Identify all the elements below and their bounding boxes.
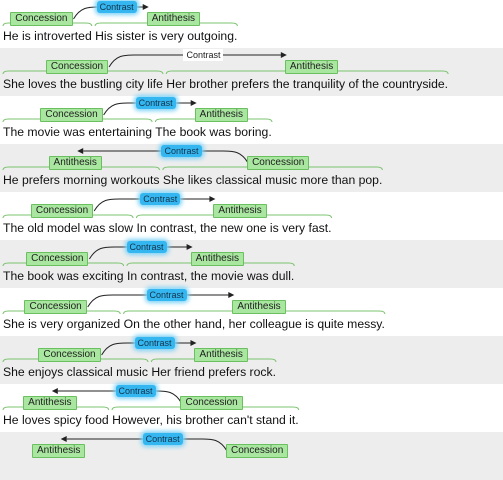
relation-label: Contrast <box>134 337 175 349</box>
relation-row: He loves spicy food However, his brother… <box>0 384 503 432</box>
span-label-antithesis: Antithesis <box>48 156 102 170</box>
relation-row: She is very organized On the other hand,… <box>0 288 503 336</box>
span-label-concession: Concession <box>247 156 310 170</box>
relation-row: The old model was slow In contrast, the … <box>0 192 503 240</box>
relation-row: She enjoys classical music Her friend pr… <box>0 336 503 384</box>
arrowhead-icon <box>190 340 197 346</box>
arrowhead-icon <box>228 292 235 298</box>
relation-row: The movie was entertaining The book was … <box>0 96 503 144</box>
relation-label: Contrast <box>135 97 176 109</box>
relation-row: He prefers morning workouts She likes cl… <box>0 144 503 192</box>
span-label-antithesis: Antithesis <box>213 204 267 218</box>
relation-row: The book was exciting In contrast, the m… <box>0 240 503 288</box>
span-label-antithesis: Antithesis <box>146 12 201 26</box>
sentence-text: The movie was entertaining The book was … <box>3 125 272 139</box>
span-label-antithesis: Antithesis <box>194 108 249 122</box>
arrowhead-icon <box>186 244 193 250</box>
sentence-text: He is introverted His sister is very out… <box>3 29 238 43</box>
relation-row: He is introverted His sister is very out… <box>0 0 503 48</box>
relation-label: Contrast <box>96 1 137 13</box>
sentence-text: The book was exciting In contrast, the m… <box>3 269 295 283</box>
span-label-concession: Concession <box>180 396 243 410</box>
span-label-concession: Concession <box>45 60 109 74</box>
relation-label: Contrast <box>146 289 187 301</box>
span-label-concession: Concession <box>40 108 103 122</box>
span-label-concession: Concession <box>30 204 94 218</box>
sentence-text: She is very organized On the other hand,… <box>3 317 385 331</box>
sentence-text: The old model was slow In contrast, the … <box>3 221 332 235</box>
span-label-concession: Concession <box>38 348 101 362</box>
span-label-antithesis: Antithesis <box>284 60 339 74</box>
relation-row: Antithesis Concession Contrast <box>0 432 503 480</box>
sentence-text: She loves the bustling city life Her bro… <box>3 77 449 91</box>
relation-row: She loves the bustling city life Her bro… <box>0 48 503 96</box>
arrowhead-icon <box>142 4 149 10</box>
relation-label: Contrast <box>142 433 183 445</box>
relation-label: Contrast <box>140 193 181 205</box>
relation-label: Contrast <box>183 49 224 61</box>
span-label-antithesis: Antithesis <box>32 444 86 458</box>
sentence-text: He loves spicy food However, his brother… <box>3 413 299 427</box>
relation-label: Contrast <box>115 385 156 397</box>
arrowhead-icon <box>60 436 67 442</box>
relation-label: Contrast <box>161 145 202 157</box>
arrowhead-icon <box>280 52 287 58</box>
span-label-concession: Concession <box>10 12 73 26</box>
span-label-concession: Concession <box>24 300 87 314</box>
sentence-text: He prefers morning workouts She likes cl… <box>3 173 383 187</box>
discourse-relation-diagram: He is introverted His sister is very out… <box>0 0 503 480</box>
arrowhead-icon <box>209 196 216 202</box>
span-label-concession: Concession <box>26 252 89 266</box>
span-label-antithesis: Antithesis <box>194 348 248 362</box>
span-label-antithesis: Antithesis <box>232 300 286 314</box>
relation-label: Contrast <box>126 241 167 253</box>
sentence-text: She enjoys classical music Her friend pr… <box>3 365 276 379</box>
arrowhead-icon <box>51 388 58 394</box>
span-label-concession: Concession <box>226 444 289 458</box>
span-label-antithesis: Antithesis <box>190 252 244 266</box>
arrowhead-icon <box>190 100 197 106</box>
arrowhead-icon <box>77 148 84 154</box>
span-label-antithesis: Antithesis <box>23 396 77 410</box>
